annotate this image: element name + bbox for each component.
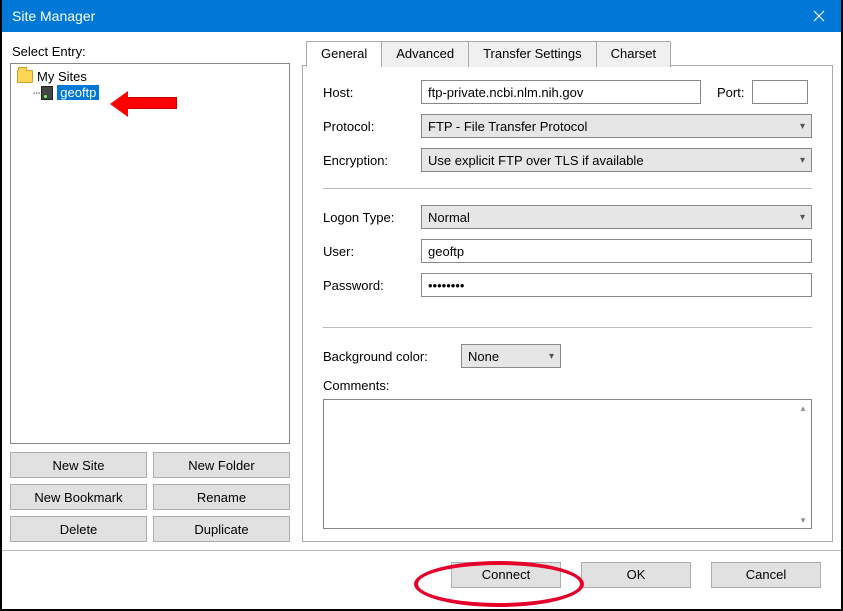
user-label: User: (323, 244, 413, 259)
encryption-select[interactable]: Use explicit FTP over TLS if available ▾ (421, 148, 812, 172)
chevron-down-icon: ▾ (549, 351, 554, 362)
ok-button[interactable]: OK (581, 562, 691, 588)
tree-branch-icon: ⋯ (33, 86, 39, 100)
general-tab-body: Host: Port: Protocol: FTP - File Transfe… (302, 66, 833, 542)
comments-label: Comments: (323, 378, 389, 393)
close-icon (813, 10, 825, 22)
protocol-label: Protocol: (323, 119, 413, 134)
tab-charset[interactable]: Charset (596, 41, 672, 67)
bgcolor-select[interactable]: None ▾ (461, 344, 561, 368)
encryption-label: Encryption: (323, 153, 413, 168)
cancel-button[interactable]: Cancel (711, 562, 821, 588)
bgcolor-value: None (468, 349, 499, 364)
port-label: Port: (717, 85, 744, 100)
new-bookmark-button[interactable]: New Bookmark (10, 484, 147, 510)
bgcolor-label: Background color: (323, 349, 453, 364)
folder-icon (17, 70, 33, 83)
chevron-down-icon: ▾ (800, 155, 805, 166)
encryption-value: Use explicit FTP over TLS if available (428, 153, 644, 168)
tree-folder-mysites[interactable]: My Sites (15, 68, 285, 85)
select-entry-label: Select Entry: (12, 44, 290, 59)
new-site-button[interactable]: New Site (10, 452, 147, 478)
rename-button[interactable]: Rename (153, 484, 290, 510)
new-folder-button[interactable]: New Folder (153, 452, 290, 478)
tab-bar: General Advanced Transfer Settings Chars… (302, 40, 833, 66)
left-panel: Select Entry: My Sites ⋯ geoftp New Site… (10, 40, 290, 542)
port-input[interactable] (752, 80, 808, 104)
delete-button[interactable]: Delete (10, 516, 147, 542)
chevron-down-icon: ▾ (800, 121, 805, 132)
folder-label: My Sites (37, 69, 87, 84)
scroll-down-icon[interactable]: ▾ (796, 514, 810, 526)
logon-type-label: Logon Type: (323, 210, 413, 225)
site-label: geoftp (57, 85, 99, 100)
logon-type-value: Normal (428, 210, 470, 225)
host-label: Host: (323, 85, 413, 100)
protocol-value: FTP - File Transfer Protocol (428, 119, 587, 134)
dialog-footer: Connect OK Cancel (2, 550, 841, 598)
host-input[interactable] (421, 80, 701, 104)
chevron-down-icon: ▾ (800, 212, 805, 223)
tab-advanced[interactable]: Advanced (381, 41, 469, 67)
separator (323, 188, 812, 189)
window-title: Site Manager (12, 8, 796, 24)
tab-transfer[interactable]: Transfer Settings (468, 41, 597, 67)
logon-type-select[interactable]: Normal ▾ (421, 205, 812, 229)
separator (323, 327, 812, 328)
duplicate-button[interactable]: Duplicate (153, 516, 290, 542)
scroll-up-icon[interactable]: ▴ (796, 402, 810, 414)
site-tree[interactable]: My Sites ⋯ geoftp (10, 63, 290, 444)
right-panel: General Advanced Transfer Settings Chars… (302, 40, 833, 542)
comments-textarea[interactable]: ▴ ▾ (323, 399, 812, 529)
close-button[interactable] (796, 0, 841, 32)
annotation-arrow (127, 97, 177, 109)
tab-general[interactable]: General (306, 41, 382, 67)
protocol-select[interactable]: FTP - File Transfer Protocol ▾ (421, 114, 812, 138)
user-input[interactable] (421, 239, 812, 263)
server-icon (41, 86, 53, 100)
password-label: Password: (323, 278, 413, 293)
titlebar: Site Manager (2, 0, 841, 32)
password-input[interactable] (421, 273, 812, 297)
connect-button[interactable]: Connect (451, 562, 561, 588)
